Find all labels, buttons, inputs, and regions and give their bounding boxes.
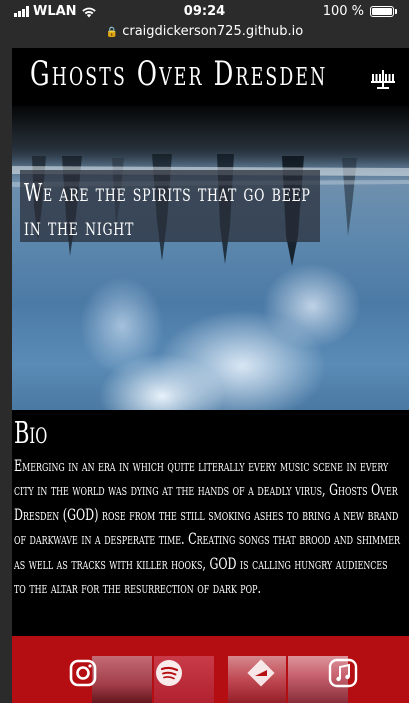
hero-image: We are the spirits that go beep in the n…: [12, 106, 409, 410]
footer: [12, 636, 409, 703]
site-title[interactable]: Ghosts Over Dresden: [30, 54, 327, 94]
status-bar: WLAN 09:24 100 %: [0, 0, 409, 22]
footer-photo: [92, 656, 152, 703]
menorah-menu-icon[interactable]: [369, 68, 397, 90]
bio-text: Emerging in an era in which quite litera…: [14, 457, 401, 598]
status-right: 100 %: [323, 4, 397, 19]
site-header: Ghosts Over Dresden: [12, 48, 409, 106]
url-text: craigdickerson725.github.io: [122, 24, 304, 39]
address-bar[interactable]: 🔒 craigdickerson725.github.io: [0, 24, 409, 44]
bio-heading: Bio: [14, 416, 48, 451]
bio-section: Bio Emerging in an era in which quite li…: [12, 410, 409, 636]
footer-photo-strip: [92, 656, 352, 703]
lock-icon: 🔒: [105, 27, 119, 38]
instagram-icon[interactable]: [68, 658, 98, 688]
apple-music-icon[interactable]: [328, 658, 358, 688]
spotify-icon[interactable]: [154, 658, 184, 688]
tagline-line-2: in the night: [24, 213, 135, 241]
tagline-line-1: We are the spirits that go beep: [24, 179, 311, 207]
hero-tagline: We are the spirits that go beep in the n…: [20, 170, 320, 242]
battery-tip: [395, 9, 397, 14]
battery-icon: [370, 6, 394, 17]
battery-percent: 100 %: [322, 4, 364, 19]
soundcloud-icon[interactable]: [246, 658, 276, 688]
